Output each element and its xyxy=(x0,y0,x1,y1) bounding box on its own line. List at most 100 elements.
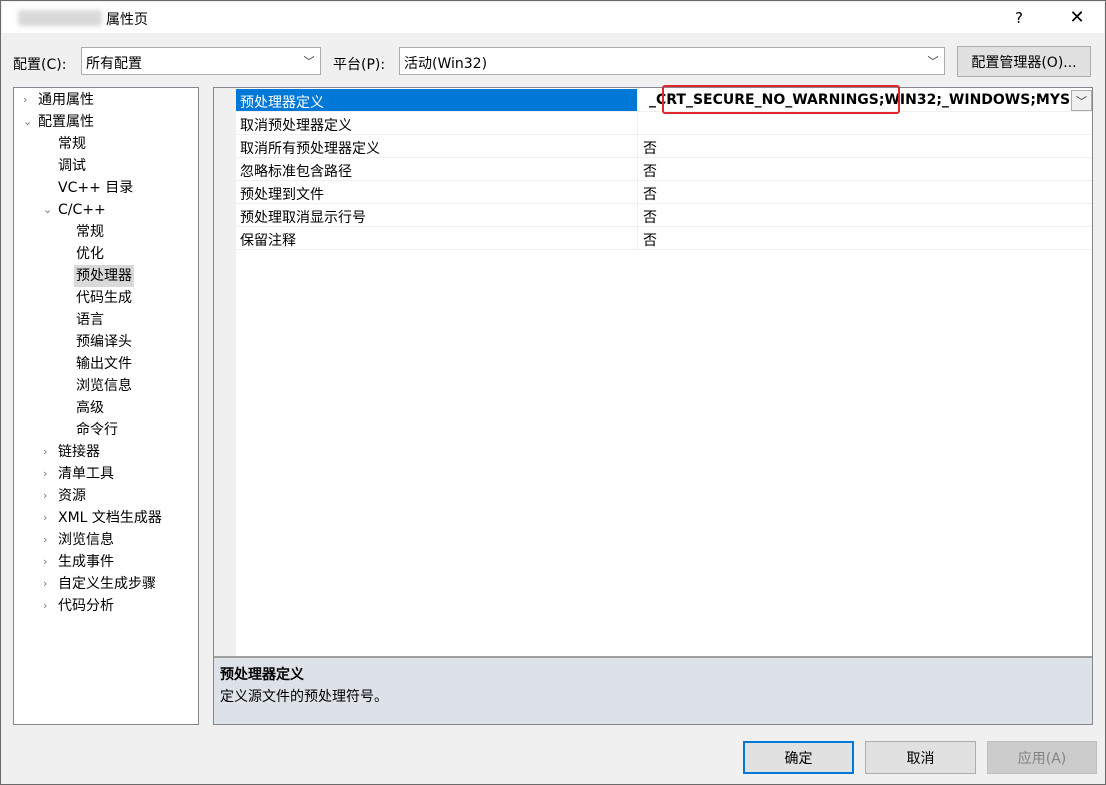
apply-button[interactable]: 应用(A) xyxy=(987,741,1097,774)
tree-item[interactable]: 常规 xyxy=(58,133,86,155)
tree-item[interactable]: 代码生成 xyxy=(76,287,132,309)
property-grid: 预处理器定义 _CRT_SECURE_NO_WARNINGS;WIN32;_WIN… xyxy=(213,85,1093,725)
description-body: 定义源文件的预处理符号。 xyxy=(220,689,388,705)
property-value[interactable]: 否 xyxy=(639,204,1092,226)
tree-item-label: 常规 xyxy=(58,136,86,152)
grid-margin xyxy=(214,88,236,656)
tree-item[interactable]: 高级 xyxy=(76,397,104,419)
tree-item-label: 高级 xyxy=(76,400,104,416)
platform-label: 平台(P): xyxy=(333,57,386,73)
tree-item-label: 代码分析 xyxy=(58,598,114,614)
tree-item[interactable]: › 代码分析 xyxy=(43,595,114,617)
chevron-right-icon[interactable]: › xyxy=(43,463,55,485)
tree-item[interactable]: 优化 xyxy=(76,243,104,265)
tree-item[interactable]: ⌄ C/C++ xyxy=(43,199,106,221)
chevron-right-icon[interactable]: › xyxy=(43,441,55,463)
tree-item-label: XML 文档生成器 xyxy=(58,510,162,526)
property-name: 取消所有预处理器定义 xyxy=(236,135,638,157)
tree-item-label: VC++ 目录 xyxy=(58,180,134,196)
chevron-right-icon[interactable]: › xyxy=(23,89,35,111)
window-title: 属性页 xyxy=(106,12,148,28)
close-button[interactable]: ✕ xyxy=(1054,2,1100,33)
property-name: 预处理器定义 xyxy=(236,89,638,111)
property-value[interactable]: _CRT_SECURE_NO_WARNINGS;WIN32;_WINDOWS;M… xyxy=(639,89,1092,111)
tree-item-label: C/C++ xyxy=(58,202,106,218)
tree-item[interactable]: › 浏览信息 xyxy=(43,529,114,551)
tree-item-label: 优化 xyxy=(76,246,104,262)
chevron-down-icon[interactable]: ⌄ xyxy=(23,111,35,133)
description-title: 预处理器定义 xyxy=(220,667,304,683)
property-name: 预处理到文件 xyxy=(236,181,638,203)
chevron-right-icon[interactable]: › xyxy=(43,529,55,551)
title-bar[interactable]: 属性页 ? ✕ xyxy=(2,2,1104,33)
tree-item[interactable]: ⌄ 配置属性 xyxy=(23,111,94,133)
tree-item-label: 清单工具 xyxy=(58,466,114,482)
tree-item-label: 链接器 xyxy=(58,444,100,460)
property-name: 预处理取消显示行号 xyxy=(236,204,638,226)
value-dropdown-button[interactable]: ﹀ xyxy=(1071,90,1092,111)
tree-item-label: 预编译头 xyxy=(76,334,132,350)
tree-item[interactable]: › 链接器 xyxy=(43,441,100,463)
tree-item[interactable]: 语言 xyxy=(76,309,104,331)
property-value[interactable]: 否 xyxy=(639,227,1092,249)
property-row[interactable]: 忽略标准包含路径否 xyxy=(236,158,1092,181)
tree-item[interactable]: › 自定义生成步骤 xyxy=(43,573,156,595)
cancel-button[interactable]: 取消 xyxy=(865,741,976,774)
blurred-project-name xyxy=(18,10,102,26)
tree-item[interactable]: › 通用属性 xyxy=(23,89,94,111)
ok-button[interactable]: 确定 xyxy=(743,741,854,774)
property-name: 保留注释 xyxy=(236,227,638,249)
property-row[interactable]: 预处理器定义 _CRT_SECURE_NO_WARNINGS;WIN32;_WIN… xyxy=(236,85,1092,114)
property-row[interactable]: 预处理取消显示行号否 xyxy=(236,204,1092,227)
config-select[interactable]: 所有配置 ﹀ xyxy=(81,47,321,75)
property-value[interactable]: 否 xyxy=(639,135,1092,157)
chevron-right-icon[interactable]: › xyxy=(43,595,55,617)
help-button[interactable]: ? xyxy=(996,2,1042,33)
tree-item-label: 生成事件 xyxy=(58,554,114,570)
tree-item[interactable]: › XML 文档生成器 xyxy=(43,507,162,529)
platform-select[interactable]: 活动(Win32) ﹀ xyxy=(399,47,945,75)
platform-select-value: 活动(Win32) xyxy=(404,56,488,72)
tree-item-label: 浏览信息 xyxy=(76,378,132,394)
tree-item-label: 调试 xyxy=(58,158,86,174)
tree-item-label: 常规 xyxy=(76,224,104,240)
tree-item-label: 输出文件 xyxy=(76,356,132,372)
property-row[interactable]: 预处理到文件否 xyxy=(236,181,1092,204)
tree-item[interactable]: › 资源 xyxy=(43,485,86,507)
property-row[interactable]: 取消预处理器定义 xyxy=(236,112,1092,135)
property-value[interactable]: 否 xyxy=(639,181,1092,203)
property-name: 忽略标准包含路径 xyxy=(236,158,638,180)
settings-tree[interactable]: › 通用属性 ⌄ 配置属性 常规 调试 VC++ 目录 ⌄ C/C++ 常规 优化 预处理器 代码生成语… xyxy=(13,87,199,725)
tree-item-label: 预处理器 xyxy=(76,268,132,284)
tree-item[interactable]: › 清单工具 xyxy=(43,463,114,485)
tree-item-label: 代码生成 xyxy=(76,290,132,306)
property-row[interactable]: 取消所有预处理器定义否 xyxy=(236,135,1092,158)
chevron-right-icon[interactable]: › xyxy=(43,507,55,529)
tree-item-label: 配置属性 xyxy=(38,114,94,130)
tree-item-label: 命令行 xyxy=(76,422,118,438)
tree-item[interactable]: 常规 xyxy=(76,221,104,243)
description-panel: 预处理器定义 定义源文件的预处理符号。 xyxy=(214,656,1092,724)
chevron-right-icon[interactable]: › xyxy=(43,551,55,573)
tree-item[interactable]: › 生成事件 xyxy=(43,551,114,573)
tree-item-label: 资源 xyxy=(58,488,86,504)
config-select-value: 所有配置 xyxy=(86,56,142,72)
tree-item[interactable]: 预编译头 xyxy=(76,331,132,353)
tree-item[interactable]: VC++ 目录 xyxy=(58,177,133,199)
tree-item[interactable]: 预处理器 xyxy=(74,265,134,287)
property-name: 取消预处理器定义 xyxy=(236,112,638,134)
chevron-down-icon: ﹀ xyxy=(303,55,315,68)
chevron-down-icon[interactable]: ⌄ xyxy=(43,199,55,221)
tree-item[interactable]: 调试 xyxy=(58,155,86,177)
tree-item-label: 通用属性 xyxy=(38,92,94,108)
configuration-manager-button[interactable]: 配置管理器(O)... xyxy=(957,46,1091,77)
tree-item[interactable]: 输出文件 xyxy=(76,353,132,375)
chevron-right-icon[interactable]: › xyxy=(43,485,55,507)
property-value[interactable]: 否 xyxy=(639,158,1092,180)
chevron-down-icon: ﹀ xyxy=(927,55,939,68)
tree-item[interactable]: 命令行 xyxy=(76,419,118,441)
property-value[interactable] xyxy=(639,112,1092,134)
chevron-right-icon[interactable]: › xyxy=(43,573,55,595)
property-row[interactable]: 保留注释否 xyxy=(236,227,1092,250)
tree-item[interactable]: 浏览信息 xyxy=(76,375,132,397)
